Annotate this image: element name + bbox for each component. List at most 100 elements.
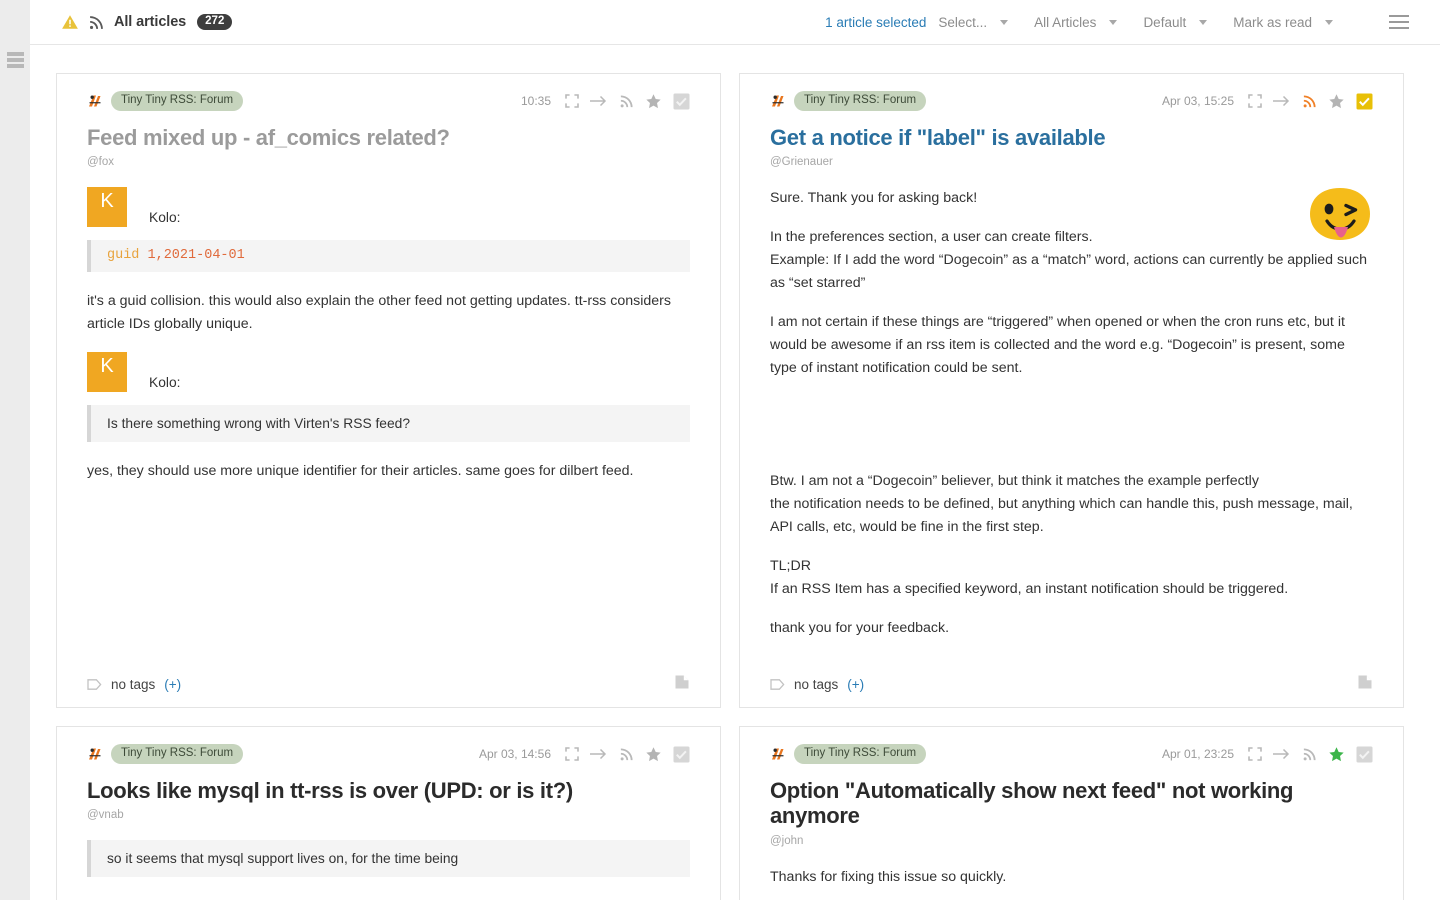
page-title: All articles [114,14,187,30]
rss-publish-icon[interactable] [619,94,634,109]
forward-arrow-icon[interactable] [1273,747,1291,761]
quote-author: K Kolo: [87,187,690,228]
article-card[interactable]: Tiny Tiny RSS: Forum Apr 03, 14:56 Looks… [56,726,721,900]
hamburger-bar [1389,21,1409,23]
article-timestamp: 10:35 [520,94,551,108]
article-feed-group: Tiny Tiny RSS: Forum [770,91,927,111]
forward-arrow-icon[interactable] [590,747,608,761]
article-title[interactable]: Looks like mysql in tt-rss is over (UPD:… [87,778,690,803]
rss-icon[interactable] [88,14,105,31]
hamburger-bar [1389,15,1409,17]
article-body: Sure. Thank you for asking back! In the p… [770,187,1373,640]
star-icon[interactable] [1328,93,1345,110]
add-tag-link[interactable]: (+) [847,677,864,692]
code-block: guid 1,2021-04-01 [87,240,690,273]
star-icon[interactable] [645,93,662,110]
article-body: Thanks for fixing this issue so quickly.… [770,866,1373,900]
article-header: Tiny Tiny RSS: Forum 10:35 [87,91,690,111]
chevron-down-icon [1325,19,1333,25]
sidebar-toggle-hamburger-icon[interactable] [7,52,24,68]
article-author: @Grienauer [770,156,833,169]
app-menu-hamburger-icon[interactable] [1389,15,1409,29]
paragraph: thank you for your feedback. [770,620,950,637]
chevron-down-icon [1109,19,1118,25]
quote-author: K Kolo: [87,352,690,393]
article-title[interactable]: Option "Automatically show next feed" no… [770,778,1373,829]
code-keyword: guid [107,248,140,264]
paragraph: TL;DR If an RSS Item has a specified keyw… [770,558,1289,598]
mark-unread-checkmark-icon[interactable] [1356,746,1373,763]
feed-name-pill[interactable]: Tiny Tiny RSS: Forum [111,91,244,111]
feed-name-pill[interactable]: Tiny Tiny RSS: Forum [111,744,244,764]
hamburger-bar [1389,27,1409,29]
paragraph: it's a guid collision. this would also e… [87,293,671,333]
rss-publish-icon[interactable] [619,747,634,762]
article-title[interactable]: Feed mixed up - af_comics related? [87,125,690,150]
article-header: Tiny Tiny RSS: Forum Apr 03, 15:25 [770,91,1373,111]
expand-icon[interactable] [565,94,579,108]
blockquote: Is there something wrong with Virten's R… [87,405,690,443]
expand-icon[interactable] [1248,747,1262,761]
paragraph: Thanks for fixing this issue so quickly. [770,868,1007,885]
article-footer: no tags (+) [770,661,1373,707]
mark-as-read-dropdown[interactable]: Mark as read [1233,15,1333,30]
quote-author-name: Kolo: [149,375,181,391]
feed-name-pill[interactable]: Tiny Tiny RSS: Forum [794,91,927,111]
feed-favicon-icon [770,746,786,762]
select-dropdown[interactable]: Select... [938,15,1009,30]
note-icon[interactable] [674,674,690,695]
mark-unread-checkmark-icon[interactable] [1356,93,1373,110]
paragraph: Btw. I am not a “Dogecoin” believer, but… [770,473,1353,536]
tag-icon [770,678,785,690]
header-left-group: All articles 272 [61,0,233,44]
article-actions: Apr 03, 14:56 [479,746,690,763]
avatar: K [87,352,127,393]
hamburger-bar [7,52,24,56]
code-value: 1,2021-04-01 [139,248,245,264]
paragraph: yes, they should use more unique identif… [87,463,634,480]
article-title[interactable]: Get a notice if "label" is available [770,125,1373,150]
rss-publish-icon[interactable] [1302,747,1317,762]
article-header: Tiny Tiny RSS: Forum Apr 01, 23:25 [770,744,1373,764]
article-card[interactable]: Tiny Tiny RSS: Forum Apr 01, 23:25 Optio… [739,726,1404,900]
article-body: K Kolo: guid 1,2021-04-01 it's a guid col… [87,187,690,483]
hamburger-bar [7,64,24,68]
article-grid: Tiny Tiny RSS: Forum 10:35 Feed mixed up… [30,45,1440,900]
article-content: Tiny Tiny RSS: Forum Apr 03, 14:56 Looks… [57,727,720,878]
warning-triangle-icon[interactable] [61,13,79,31]
tag-icon [87,678,102,690]
add-tag-link[interactable]: (+) [164,677,181,692]
blockquote: so it seems that mysql support lives on,… [87,840,690,878]
article-author: @vnab [87,809,124,822]
article-card[interactable]: Tiny Tiny RSS: Forum 10:35 Feed mixed up… [56,73,721,708]
forward-arrow-icon[interactable] [590,94,608,108]
article-timestamp: Apr 01, 23:25 [1161,747,1234,761]
mark-unread-checkmark-icon[interactable] [673,746,690,763]
article-card[interactable]: Tiny Tiny RSS: Forum Apr 03, 15:25 Get a… [739,73,1404,708]
note-icon[interactable] [1357,674,1373,695]
quote-author-name: Kolo: [149,210,181,226]
rss-publish-icon[interactable] [1302,94,1317,109]
star-icon[interactable] [645,746,662,763]
tags-label: no tags [111,676,156,692]
chevron-down-icon [1199,19,1208,25]
feed-favicon-icon [87,93,103,109]
article-content: Tiny Tiny RSS: Forum Apr 01, 23:25 Optio… [740,727,1403,900]
article-author: @fox [87,156,115,169]
hamburger-bar [7,58,24,62]
sort-dropdown[interactable]: Default [1143,15,1208,30]
selection-info[interactable]: 1 article selected [825,15,926,30]
expand-icon[interactable] [1248,94,1262,108]
filter-dropdown[interactable]: All Articles [1034,15,1118,30]
article-feed-group: Tiny Tiny RSS: Forum [770,744,927,764]
mark-unread-checkmark-icon[interactable] [673,93,690,110]
paragraph: In the preferences section, a user can c… [770,229,1367,292]
header-right-group: 1 article selected Select... All Article… [825,0,1409,44]
star-icon[interactable] [1328,746,1345,763]
article-content: Tiny Tiny RSS: Forum 10:35 Feed mixed up… [57,74,720,483]
feed-name-pill[interactable]: Tiny Tiny RSS: Forum [794,744,927,764]
forward-arrow-icon[interactable] [1273,94,1291,108]
feed-favicon-icon [87,746,103,762]
expand-icon[interactable] [565,747,579,761]
